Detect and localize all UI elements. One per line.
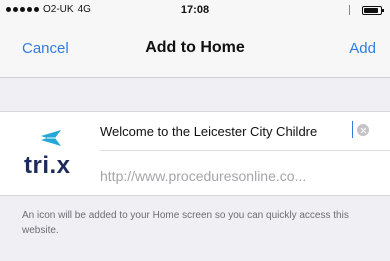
bluetooth-icon xyxy=(349,5,356,15)
shortcut-url: http://www.proceduresonline.co... xyxy=(100,168,307,184)
shortcut-card: tri.x http://www.proceduresonline.co... xyxy=(0,111,390,196)
shortcut-name-field[interactable] xyxy=(100,121,352,141)
shortcut-name-row xyxy=(100,112,390,151)
battery-icon xyxy=(362,5,384,15)
status-right xyxy=(349,5,384,15)
app-icon-logo-text: tri.x xyxy=(24,152,71,179)
add-to-home-screen: O2-UK 4G 17:08 Cancel Add to Home Add tr… xyxy=(0,0,390,261)
info-message: An icon will be added to your Home scree… xyxy=(22,210,349,236)
add-button[interactable]: Add xyxy=(349,40,376,57)
plane-icon xyxy=(41,130,61,146)
status-time: 17:08 xyxy=(180,4,210,16)
battery-level-fill xyxy=(364,7,378,13)
status-bar: O2-UK 4G 17:08 xyxy=(0,0,390,20)
text-cursor xyxy=(352,121,353,138)
clear-text-icon[interactable] xyxy=(357,124,369,136)
navigation-bar: Cancel Add to Home Add xyxy=(0,20,390,78)
app-icon: tri.x xyxy=(14,120,88,188)
cancel-button[interactable]: Cancel xyxy=(22,40,69,57)
